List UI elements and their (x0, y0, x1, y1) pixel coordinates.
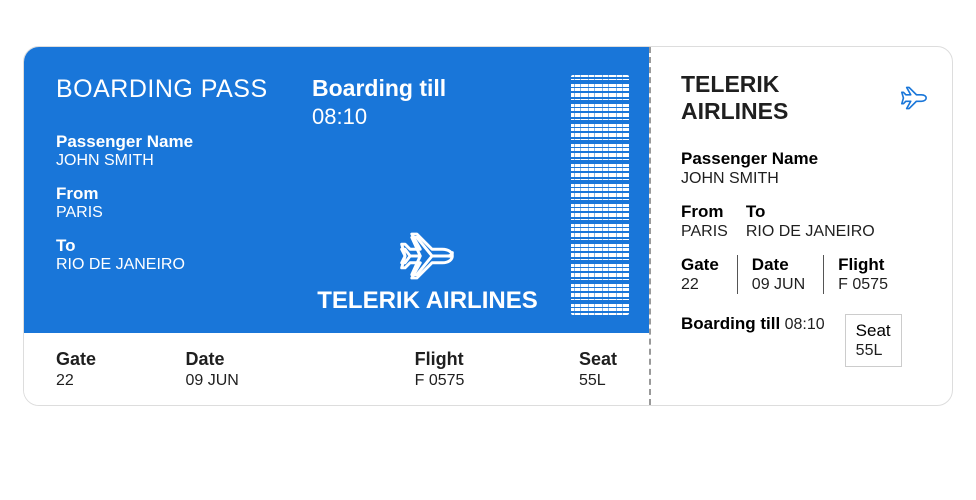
main-panel: BOARDING PASS Passenger Name JOHN SMITH … (24, 47, 649, 405)
stub-flight-row: Gate 22 Date 09 JUN Flight F 0575 (681, 255, 928, 294)
date-column: Date 09 JUN (186, 349, 415, 390)
passenger-value: JOHN SMITH (56, 152, 304, 170)
stub-panel: TELERIK AIRLINES Passenger Name JOHN SMI… (651, 47, 952, 405)
stub-from-value: PARIS (681, 223, 728, 241)
date-value: 09 JUN (186, 372, 415, 390)
stub-fromto-row: From PARIS To RIO DE JANEIRO (681, 202, 928, 241)
stub-date: Date 09 JUN (737, 255, 805, 294)
center-column: Boarding till 08:10 TELERIK AIRLINES (304, 75, 551, 315)
stub-seat-value: 55L (856, 342, 891, 360)
stub-passenger-label: Passenger Name (681, 149, 928, 169)
gate-value: 22 (56, 372, 186, 390)
airplane-icon (397, 229, 457, 283)
airline-name: TELERIK AIRLINES (317, 287, 537, 315)
stub-header: TELERIK AIRLINES (681, 71, 928, 125)
barcode (571, 75, 629, 315)
stub-date-value: 09 JUN (752, 276, 805, 294)
stub-date-label: Date (752, 255, 805, 275)
flight-column: Flight F 0575 (415, 349, 579, 390)
stub-boarding-till: Boarding till 08:10 (681, 314, 825, 334)
stub-boarding-till-label: Boarding till (681, 314, 780, 333)
stub-flight: Flight F 0575 (823, 255, 888, 294)
seat-label: Seat (579, 349, 617, 370)
main-info-column: BOARDING PASS Passenger Name JOHN SMITH … (56, 75, 304, 315)
from-label: From (56, 184, 304, 204)
stub-from-label: From (681, 202, 728, 222)
date-label: Date (186, 349, 415, 370)
seat-value: 55L (579, 372, 617, 390)
gate-label: Gate (56, 349, 186, 370)
stub-passenger-value: JOHN SMITH (681, 170, 928, 188)
stub-gate-label: Gate (681, 255, 719, 275)
airline-brand: TELERIK AIRLINES (317, 229, 537, 315)
stub-to: To RIO DE JANEIRO (746, 202, 875, 241)
to-label: To (56, 236, 304, 256)
passenger-label: Passenger Name (56, 132, 304, 152)
stub-seat-box: Seat 55L (845, 314, 902, 367)
stub-seat-label: Seat (856, 321, 891, 341)
stub-gate-value: 22 (681, 276, 719, 294)
main-bottom-row: Gate 22 Date 09 JUN Flight F 0575 Seat 5… (24, 333, 649, 405)
flight-value: F 0575 (415, 372, 579, 390)
from-value: PARIS (56, 204, 304, 222)
stub-flight-label: Flight (838, 255, 888, 275)
stub-to-label: To (746, 202, 875, 222)
to-value: RIO DE JANEIRO (56, 256, 304, 274)
main-top: BOARDING PASS Passenger Name JOHN SMITH … (24, 47, 649, 333)
gate-column: Gate 22 (56, 349, 186, 390)
stub-passenger: Passenger Name JOHN SMITH (681, 149, 928, 188)
stub-flight-value: F 0575 (838, 276, 888, 294)
boarding-pass-title: BOARDING PASS (56, 75, 304, 104)
stub-airline-name: TELERIK AIRLINES (681, 71, 892, 125)
stub-bottom-row: Boarding till 08:10 Seat 55L (681, 314, 928, 367)
boarding-pass: BOARDING PASS Passenger Name JOHN SMITH … (23, 46, 953, 406)
stub-to-value: RIO DE JANEIRO (746, 223, 875, 241)
airplane-icon (900, 85, 928, 111)
stub-gate: Gate 22 (681, 255, 719, 294)
seat-column: Seat 55L (579, 349, 617, 390)
boarding-till-value: 08:10 (312, 104, 367, 130)
stub-from: From PARIS (681, 202, 728, 241)
flight-label: Flight (415, 349, 579, 370)
boarding-till-label: Boarding till (312, 75, 446, 102)
stub-boarding-till-value: 08:10 (785, 316, 825, 333)
